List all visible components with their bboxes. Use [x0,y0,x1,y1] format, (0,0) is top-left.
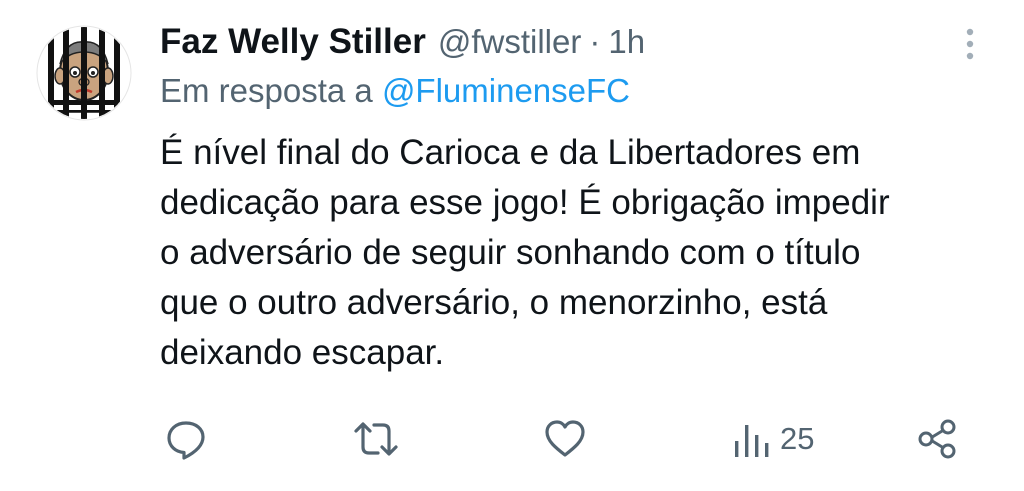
retweet-icon [354,422,398,456]
tweet-timestamp[interactable]: 1h [608,23,645,61]
reply-context: Em resposta a @FluminenseFC [160,72,630,110]
like-button[interactable] [542,414,588,464]
reply-mention-link[interactable]: @FluminenseFC [382,72,630,109]
author-display-name[interactable]: Faz Welly Stiller [160,22,426,62]
views-button[interactable]: 25 [732,414,814,464]
tweet-header: Faz Welly Stiller @fwstiller · 1h [160,20,645,64]
tweet-text: É nível final do Carioca e da Libertador… [160,133,890,372]
views-count: 25 [780,421,815,456]
retweet-button[interactable] [352,414,400,464]
separator-dot: · [589,23,601,60]
reply-button[interactable] [164,414,208,464]
vertical-dots-icon [966,28,974,60]
share-icon [918,419,956,459]
reply-prefix: Em resposta a [160,72,373,109]
tweet-actions: 25 [0,414,1024,464]
avatar[interactable] [36,20,132,126]
more-options-button[interactable] [954,24,986,64]
prisoner-avatar-icon [36,25,132,121]
share-button[interactable] [915,414,961,464]
speech-bubble-icon [167,421,205,460]
bar-chart-icon [735,425,769,457]
heart-icon [545,420,585,457]
author-handle[interactable]: @fwstiller [438,23,582,61]
